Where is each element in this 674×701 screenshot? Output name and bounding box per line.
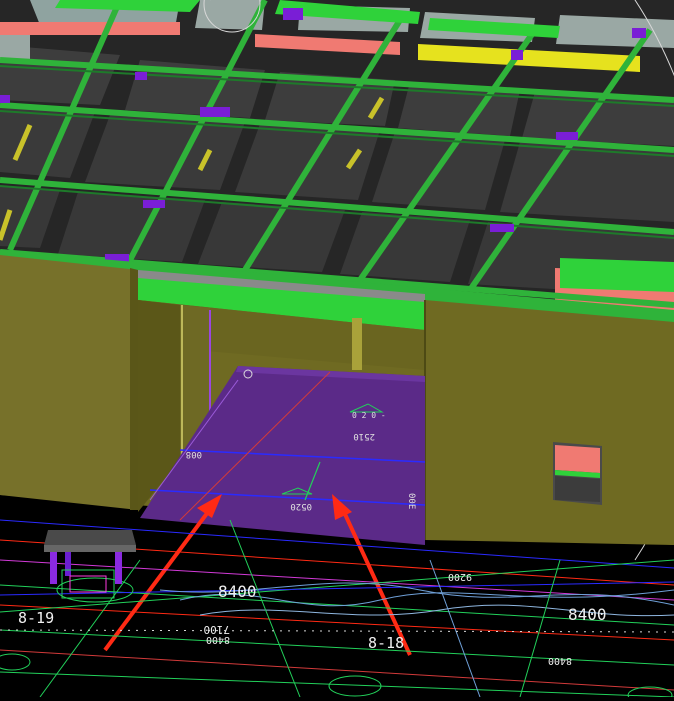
dimension-8400-right: 8400	[568, 605, 607, 624]
floor-mark-2: 0520	[290, 501, 312, 511]
mirrored-8400b: 8400	[548, 655, 572, 666]
cad-3d-viewport[interactable]: 008 0520 2510 00E 0 2 0 - 8400 8400 8-19…	[0, 0, 674, 701]
scene-canvas[interactable]: 008 0520 2510 00E 0 2 0 - 8400 8400 8-19…	[0, 0, 674, 701]
svg-text:0 2 0 -: 0 2 0 -	[352, 411, 386, 420]
axis-ref-left: 8-19	[18, 609, 54, 627]
floor-mark-4: 00E	[406, 493, 416, 509]
floor-mark-3: 2510	[353, 431, 375, 441]
mirrored-8400a: 8400	[206, 634, 230, 645]
axis-ref-center: 8-18	[368, 634, 404, 652]
left-wall-segment	[0, 255, 138, 510]
dimension-8400-left: 8400	[218, 582, 257, 601]
right-wall-segment	[424, 300, 674, 545]
floor-mark-1: 008	[186, 449, 202, 459]
mirrored-9200: 9200	[448, 571, 472, 582]
